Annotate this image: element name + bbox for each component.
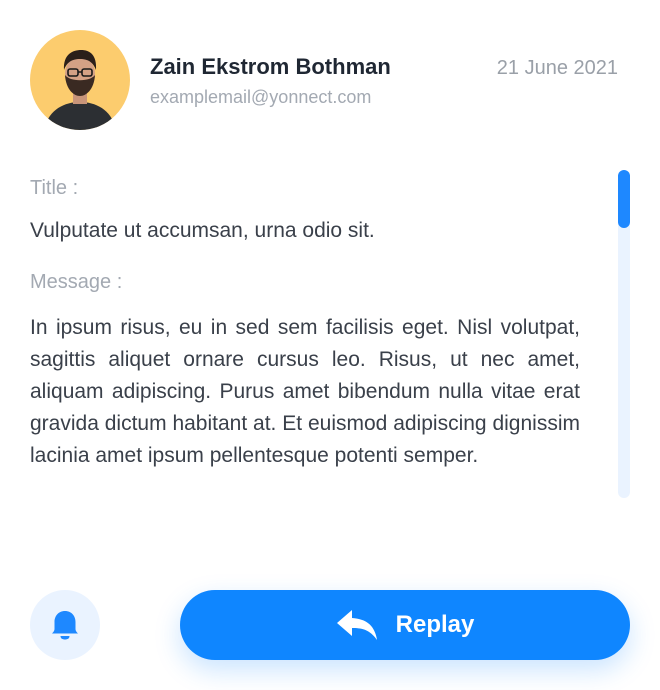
mail-message: In ipsum risus, eu in sed sem facilisis … <box>30 316 580 467</box>
avatar-portrait <box>44 50 116 130</box>
mail-date: 21 June 2021 <box>496 57 618 79</box>
mail-title: Vulputate ut accumsan, urna odio sit. <box>30 219 375 242</box>
bell-icon <box>52 611 78 640</box>
title-label: Title : <box>30 177 79 199</box>
sender-name: Zain Ekstrom Bothman <box>150 54 391 79</box>
message-label: Message : <box>30 271 123 293</box>
reply-arrow-icon <box>336 610 377 640</box>
reply-label: Replay <box>395 611 475 638</box>
scrollbar-track[interactable] <box>618 170 630 498</box>
mail-content[interactable]: Title : Vulputate ut accumsan, urna odio… <box>30 170 580 500</box>
notification-button[interactable] <box>30 590 100 660</box>
reply-button[interactable]: Replay <box>180 590 630 660</box>
avatar <box>30 30 130 130</box>
sender-email: examplemail@yonnect.com <box>150 87 372 107</box>
scrollbar-thumb[interactable] <box>618 170 630 228</box>
